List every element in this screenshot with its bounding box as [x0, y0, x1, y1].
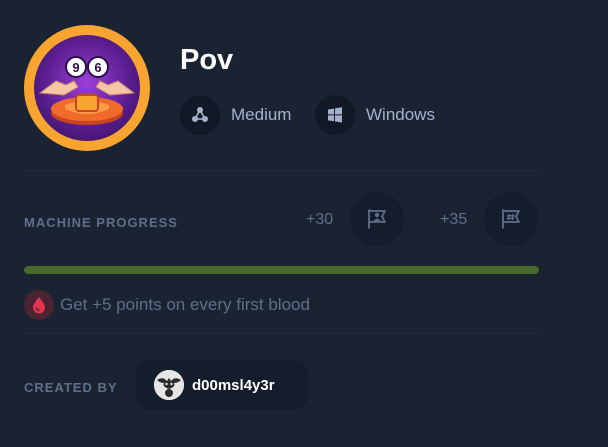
os-chip: Windows — [315, 95, 435, 135]
user-flag-button[interactable] — [350, 192, 404, 246]
windows-icon — [328, 107, 342, 123]
creator-avatar-icon — [154, 370, 184, 400]
root-flag-button[interactable] — [484, 192, 538, 246]
machine-progress-bar — [24, 266, 539, 274]
machine-name: Pov — [180, 44, 234, 76]
creator-username: d00msl4y3r — [192, 376, 275, 394]
logo-number-9: 9 — [72, 60, 79, 75]
blood-drop-icon — [33, 297, 45, 314]
machine-logo-icon: 9 6 — [38, 56, 136, 125]
difficulty-chip: Medium — [180, 95, 291, 135]
machine-avatar: 9 6 — [24, 25, 150, 151]
difficulty-label: Medium — [231, 105, 292, 124]
os-label: Windows — [366, 105, 435, 124]
machine-progress-fill — [24, 266, 539, 274]
user-flag-points: +30 — [306, 211, 334, 228]
creator-avatar — [154, 370, 184, 400]
user-flag-icon — [368, 209, 386, 229]
creator-profile-link[interactable]: d00msl4y3r — [136, 360, 308, 410]
root-flag-icon — [502, 209, 520, 229]
first-blood-text: Get +5 points on every first blood — [60, 295, 310, 314]
first-blood-badge — [24, 290, 54, 320]
machine-progress-label: MACHINE PROGRESS — [24, 215, 178, 230]
divider — [24, 170, 538, 171]
created-by-label: CREATED BY — [24, 380, 118, 395]
logo-number-6: 6 — [94, 60, 101, 75]
divider — [24, 333, 538, 334]
root-flag-points: +35 — [440, 211, 468, 228]
difficulty-nodes-icon — [192, 107, 208, 122]
